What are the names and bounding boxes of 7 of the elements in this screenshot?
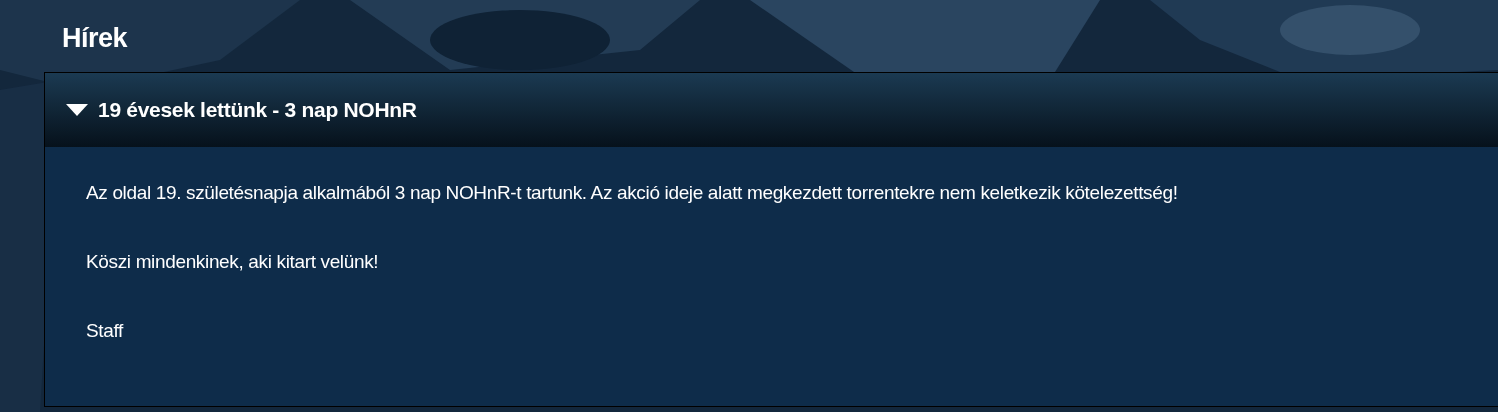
- news-paragraph: Az oldal 19. születésnapja alkalmából 3 nap NOHnR-t tartunk. Az akció ideje alatt megkezdett torrentekre nem keletkezik kötelezettség!: [86, 181, 1179, 205]
- news-header[interactable]: 19 évesek lettünk - 3 nap NOHnR: [45, 73, 1498, 147]
- news-title: 19 évesek lettünk - 3 nap NOHnR: [98, 97, 417, 124]
- caret-down-icon: [66, 104, 88, 116]
- news-paragraph: Köszi mindenkinek, aki kitart velünk!: [86, 250, 380, 274]
- news-paragraph: Staff: [86, 319, 125, 343]
- page-title: Hírek: [62, 22, 128, 55]
